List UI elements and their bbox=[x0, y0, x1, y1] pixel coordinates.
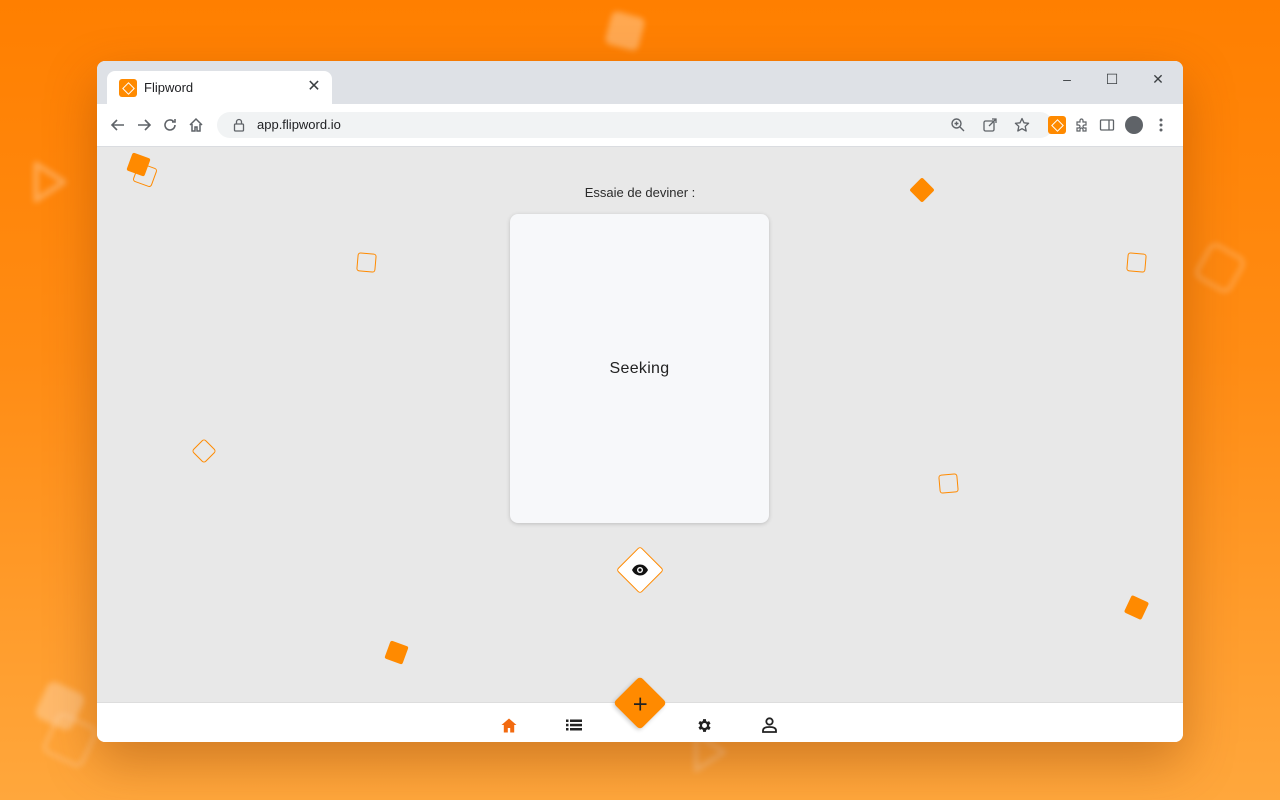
extensions-button[interactable] bbox=[1071, 114, 1093, 136]
tab-close-icon[interactable]: ✕ bbox=[304, 77, 324, 97]
browser-menu-button[interactable] bbox=[1150, 114, 1172, 136]
flashcard[interactable]: Seeking bbox=[510, 214, 769, 523]
maximize-button[interactable]: ☐ bbox=[1097, 67, 1127, 91]
decorative-square-outline bbox=[1126, 252, 1147, 273]
list-icon bbox=[566, 719, 582, 731]
guess-prompt: Essaie de deviner : bbox=[584, 185, 696, 200]
puzzle-icon bbox=[1076, 118, 1087, 132]
plus-icon: + bbox=[631, 690, 649, 715]
tab-title: Flipword bbox=[144, 80, 194, 95]
close-window-button[interactable]: ✕ bbox=[1143, 67, 1173, 91]
background-square-decoration bbox=[604, 10, 646, 52]
background-play-decoration bbox=[33, 161, 67, 203]
flipword-extension-button[interactable] bbox=[1046, 114, 1068, 136]
gear-icon bbox=[697, 718, 711, 732]
zoom-button[interactable] bbox=[948, 115, 968, 135]
nav-settings[interactable] bbox=[694, 715, 714, 735]
browser-tab[interactable]: Flipword ✕ bbox=[107, 71, 332, 104]
url-text: app.flipword.io bbox=[257, 117, 341, 132]
avatar bbox=[1125, 116, 1143, 134]
background-square-outline-decoration bbox=[1192, 240, 1248, 296]
eye-icon bbox=[632, 564, 648, 576]
decorative-square bbox=[384, 640, 409, 665]
card-word: Seeking bbox=[609, 359, 670, 377]
nav-profile[interactable] bbox=[759, 715, 779, 735]
arrow-right-icon bbox=[138, 119, 152, 131]
reveal-button[interactable] bbox=[615, 545, 665, 595]
kebab-menu-icon bbox=[1159, 118, 1163, 132]
nav-list[interactable] bbox=[564, 715, 584, 735]
lock-icon bbox=[233, 118, 245, 132]
forward-button[interactable] bbox=[132, 113, 156, 137]
back-button[interactable] bbox=[106, 113, 130, 137]
share-button[interactable] bbox=[980, 115, 1000, 135]
app-content: Essaie de deviner : Seeking bbox=[97, 147, 1183, 702]
home-button[interactable] bbox=[184, 113, 208, 137]
browser-window: Flipword ✕ – ☐ ✕ app.flipword.io Essaie … bbox=[97, 61, 1183, 742]
home-icon bbox=[501, 718, 517, 732]
decorative-square-outline bbox=[191, 438, 217, 464]
reload-button[interactable] bbox=[158, 113, 182, 137]
home-icon bbox=[189, 117, 203, 132]
minimize-button[interactable]: – bbox=[1052, 67, 1082, 91]
nav-home[interactable] bbox=[499, 715, 519, 735]
side-panel-button[interactable] bbox=[1096, 114, 1118, 136]
arrow-left-icon bbox=[110, 119, 124, 131]
user-icon bbox=[761, 717, 777, 733]
profile-button[interactable] bbox=[1123, 114, 1145, 136]
bookmark-button[interactable] bbox=[1012, 115, 1032, 135]
title-bar: Flipword ✕ – ☐ ✕ bbox=[97, 61, 1183, 104]
decorative-square-outline bbox=[356, 252, 377, 273]
decorative-square-outline bbox=[938, 473, 959, 494]
zoom-icon bbox=[951, 118, 965, 132]
side-panel-icon bbox=[1099, 119, 1115, 131]
browser-toolbar: app.flipword.io bbox=[97, 104, 1183, 147]
flipword-favicon-icon bbox=[119, 79, 137, 97]
flipword-extension-icon bbox=[1048, 116, 1066, 134]
decorative-square bbox=[1123, 594, 1150, 621]
star-icon bbox=[1014, 117, 1030, 132]
address-bar[interactable]: app.flipword.io bbox=[217, 112, 1053, 138]
reload-icon bbox=[164, 119, 176, 131]
share-icon bbox=[983, 118, 997, 132]
